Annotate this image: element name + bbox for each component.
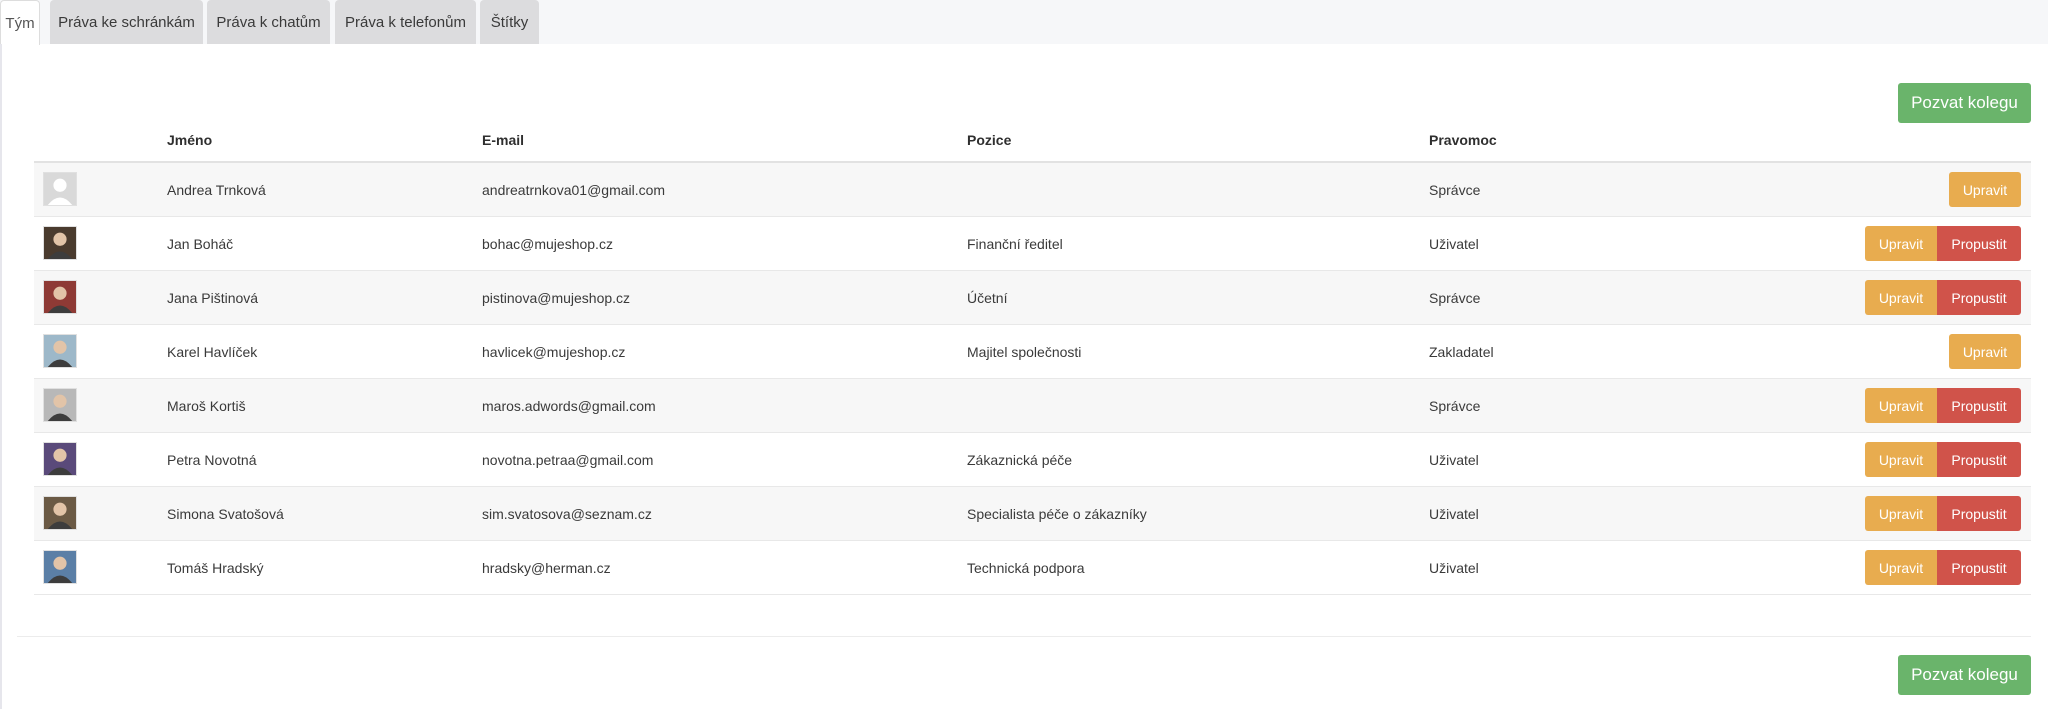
cell-role: Zakladatel — [1429, 343, 1494, 360]
avatar — [43, 334, 77, 368]
cell-email: sim.svatosova@seznam.cz — [482, 505, 652, 522]
cell-email: hradsky@herman.cz — [482, 559, 611, 576]
cell-role: Správce — [1429, 181, 1481, 198]
cell-email: maros.adwords@gmail.com — [482, 397, 656, 414]
cell-position: Technická podpora — [967, 559, 1085, 576]
cell-email: novotna.petraa@gmail.com — [482, 451, 654, 468]
row-actions: Upravit Propustit — [1865, 226, 2021, 261]
cell-role: Uživatel — [1429, 505, 1479, 522]
cell-name: Karel Havlíček — [167, 343, 258, 360]
cell-email: havlicek@mujeshop.cz — [482, 343, 626, 360]
invite-colleague-button-bottom[interactable]: Pozvat kolegu — [1898, 655, 2031, 695]
column-header-email: E-mail — [482, 132, 525, 148]
row-actions: Upravit Propustit — [1865, 550, 2021, 585]
panel-border — [0, 44, 2, 709]
edit-button[interactable]: Upravit — [1949, 172, 2021, 207]
tab-team[interactable]: Tým — [0, 0, 40, 45]
tab-bar: Tým Práva ke schránkám Práva k chatům Pr… — [0, 0, 2048, 45]
section-divider — [17, 636, 2031, 637]
edit-button[interactable]: Upravit — [1865, 226, 1937, 261]
table-row: Jana Pištinová pistinova@mujeshop.cz Účetn… — [34, 271, 2031, 325]
edit-button[interactable]: Upravit — [1865, 442, 1937, 477]
cell-email: bohac@mujeshop.cz — [482, 235, 613, 252]
team-table: Jméno E-mail Pozice Pravomoc Andrea Trnk… — [34, 127, 2031, 595]
column-header-name: Jméno — [167, 132, 213, 148]
table-row: Maroš Kortiš maros.adwords@gmail.com Správ… — [34, 379, 2031, 433]
table-row: Simona Svatošová sim.svatosova@seznam.cz S… — [34, 487, 2031, 541]
avatar — [43, 442, 77, 476]
table-row: Tomáš Hradský hradsky@herman.cz Technická … — [34, 541, 2031, 595]
cell-position: Účetní — [967, 289, 1008, 306]
edit-button[interactable]: Upravit — [1865, 280, 1937, 315]
table-header: Jméno E-mail Pozice Pravomoc — [34, 127, 2031, 163]
dismiss-button[interactable]: Propustit — [1937, 226, 2021, 261]
table-body: Andrea Trnková andreatrnkova01@gmail.com S… — [34, 163, 2031, 595]
avatar — [43, 550, 77, 584]
placeholder-avatar-icon — [43, 172, 77, 206]
edit-button[interactable]: Upravit — [1865, 388, 1937, 423]
row-actions: Upravit Propustit — [1865, 442, 2021, 477]
cell-role: Správce — [1429, 289, 1481, 306]
cell-name: Petra Novotná — [167, 451, 257, 468]
avatar — [43, 496, 77, 530]
cell-name: Maroš Kortiš — [167, 397, 246, 414]
column-header-position: Pozice — [967, 132, 1012, 148]
avatar — [43, 388, 77, 422]
row-actions: Upravit — [1949, 334, 2021, 369]
dismiss-button[interactable]: Propustit — [1937, 550, 2021, 585]
column-header-role: Pravomoc — [1429, 132, 1497, 148]
row-actions: Upravit Propustit — [1865, 388, 2021, 423]
row-actions: Upravit Propustit — [1865, 496, 2021, 531]
cell-name: Tomáš Hradský — [167, 559, 264, 576]
cell-email: andreatrnkova01@gmail.com — [482, 181, 666, 198]
dismiss-button[interactable]: Propustit — [1937, 280, 2021, 315]
cell-name: Jana Pištinová — [167, 289, 259, 306]
invite-colleague-button-top[interactable]: Pozvat kolegu — [1898, 83, 2031, 123]
cell-position: Zákaznická péče — [967, 451, 1073, 468]
tab-chat-rights[interactable]: Práva k chatům — [207, 0, 330, 44]
dismiss-button[interactable]: Propustit — [1937, 442, 2021, 477]
table-row: Jan Boháč bohac@mujeshop.cz Finanční ředit… — [34, 217, 2031, 271]
edit-button[interactable]: Upravit — [1865, 550, 1937, 585]
cell-position: Majitel společnosti — [967, 343, 1082, 360]
avatar — [43, 226, 77, 260]
table-row: Petra Novotná novotna.petraa@gmail.com Zák… — [34, 433, 2031, 487]
cell-role: Uživatel — [1429, 559, 1479, 576]
table-row: Karel Havlíček havlicek@mujeshop.cz Majite… — [34, 325, 2031, 379]
cell-name: Simona Svatošová — [167, 505, 284, 522]
row-actions: Upravit Propustit — [1865, 280, 2021, 315]
cell-email: pistinova@mujeshop.cz — [482, 289, 631, 306]
edit-button[interactable]: Upravit — [1949, 334, 2021, 369]
tab-phone-rights[interactable]: Práva k telefonům — [335, 0, 476, 44]
cell-position: Finanční ředitel — [967, 235, 1063, 252]
cell-role: Správce — [1429, 397, 1481, 414]
tab-mailbox-rights[interactable]: Práva ke schránkám — [50, 0, 203, 44]
dismiss-button[interactable]: Propustit — [1937, 496, 2021, 531]
edit-button[interactable]: Upravit — [1865, 496, 1937, 531]
cell-name: Jan Boháč — [167, 235, 234, 252]
cell-name: Andrea Trnková — [167, 181, 266, 198]
dismiss-button[interactable]: Propustit — [1937, 388, 2021, 423]
cell-role: Uživatel — [1429, 235, 1479, 252]
tab-tags[interactable]: Štítky — [480, 0, 539, 44]
row-actions: Upravit — [1949, 172, 2021, 207]
cell-position: Specialista péče o zákazníky — [967, 505, 1147, 522]
table-row: Andrea Trnková andreatrnkova01@gmail.com S… — [34, 163, 2031, 217]
avatar — [43, 280, 77, 314]
cell-role: Uživatel — [1429, 451, 1479, 468]
